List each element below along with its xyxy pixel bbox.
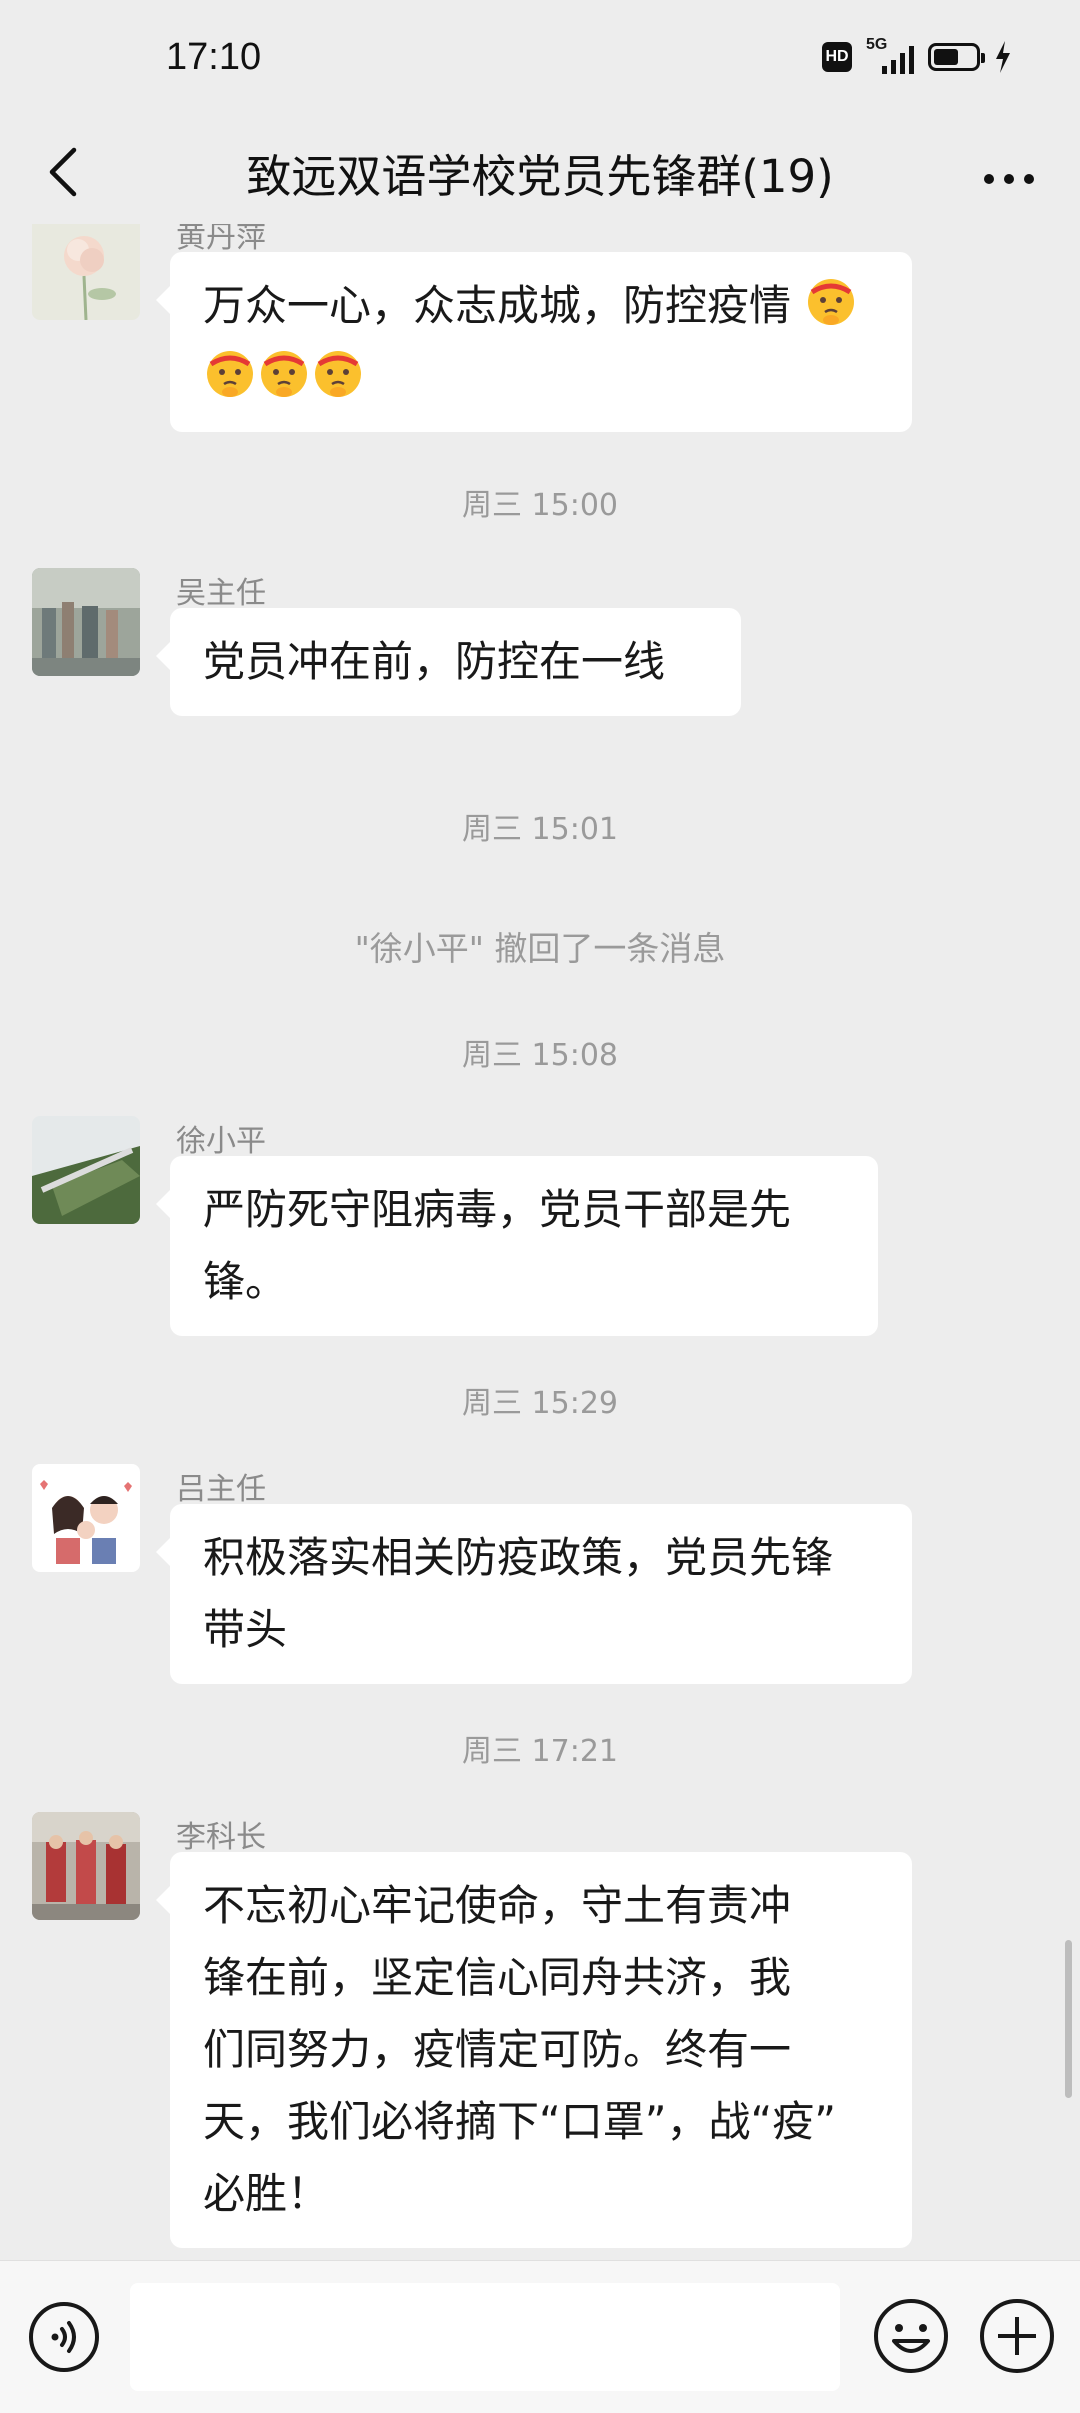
message-bubble[interactable]: 党员冲在前，防控在一线 xyxy=(156,608,741,716)
network-type: 5G xyxy=(866,36,888,53)
sender-name: 吕主任 xyxy=(176,1472,266,1507)
message-input[interactable] xyxy=(130,2283,840,2391)
more-icon[interactable] xyxy=(964,136,1054,206)
timestamp: 周三 15:08 xyxy=(462,1038,618,1073)
shushing-face-emoji xyxy=(207,351,253,397)
hd-badge: HD xyxy=(822,42,852,72)
message-text: 万众一心，众志成城，防控疫情 xyxy=(203,281,792,330)
emoji-group xyxy=(791,279,858,330)
status-bar: 17:10 HD 5G xyxy=(0,0,1080,120)
signal-icon: 5G xyxy=(866,36,914,74)
avatar[interactable] xyxy=(32,568,140,676)
message-text: 党员冲在前，防控在一线 xyxy=(203,637,666,686)
battery-fill xyxy=(934,49,958,65)
scrollbar[interactable] xyxy=(1065,1940,1072,2098)
sender-name: 徐小平 xyxy=(176,1124,266,1159)
status-time: 17:10 xyxy=(166,36,262,78)
chat-title: 致远双语学校党员先锋群(19) xyxy=(246,150,834,203)
status-icons: HD 5G xyxy=(822,36,1012,74)
emoji-group xyxy=(203,351,365,402)
charging-icon xyxy=(996,41,1010,73)
sender-name: 李科长 xyxy=(176,1820,266,1855)
message-bubble[interactable]: 万众一心，众志成城，防控疫情 xyxy=(156,252,912,432)
message-text: 积极落实相关防疫政策，党员先锋 带头 xyxy=(203,1533,834,1654)
timestamp: 周三 17:21 xyxy=(462,1734,618,1769)
message-text: 不忘初心牢记使命，守土有责冲 锋在前，坚定信心同舟共济，我 们同努力，疫情定可防… xyxy=(203,1881,837,2218)
input-bar xyxy=(0,2260,1080,2413)
timestamp: 周三 15:00 xyxy=(462,488,618,523)
avatar[interactable] xyxy=(32,1464,140,1572)
recall-notice: "徐小平" 撤回了一条消息 xyxy=(354,929,726,968)
message-bubble[interactable]: 严防死守阻病毒，党员干部是先 锋。 xyxy=(156,1156,878,1336)
timestamp: 周三 15:01 xyxy=(462,812,618,847)
battery-icon xyxy=(928,43,985,71)
sender-name: 吴主任 xyxy=(176,576,266,611)
shushing-face-emoji xyxy=(261,351,307,397)
message-bubble[interactable]: 积极落实相关防疫政策，党员先锋 带头 xyxy=(156,1504,912,1684)
emoji-icon[interactable] xyxy=(872,2297,950,2375)
chat-header: 致远双语学校党员先锋群(19) xyxy=(0,120,1080,224)
shushing-face-emoji xyxy=(315,351,361,397)
voice-icon[interactable] xyxy=(28,2301,100,2373)
avatar[interactable] xyxy=(32,1812,140,1920)
plus-icon[interactable] xyxy=(978,2297,1056,2375)
shushing-face-emoji xyxy=(808,279,855,325)
message-list[interactable]: 黄丹萍 万众一心，众志成城，防控疫情 周三 15:00 吴主任 党员冲在前，防控… xyxy=(0,224,1080,2260)
avatar[interactable] xyxy=(32,224,140,320)
message-text: 严防死守阻病毒，党员干部是先 锋。 xyxy=(203,1185,792,1306)
avatar[interactable] xyxy=(32,1116,140,1224)
timestamp: 周三 15:29 xyxy=(462,1386,618,1421)
message-bubble[interactable]: 不忘初心牢记使命，守土有责冲 锋在前，坚定信心同舟共济，我 们同努力，疫情定可防… xyxy=(156,1852,912,2248)
